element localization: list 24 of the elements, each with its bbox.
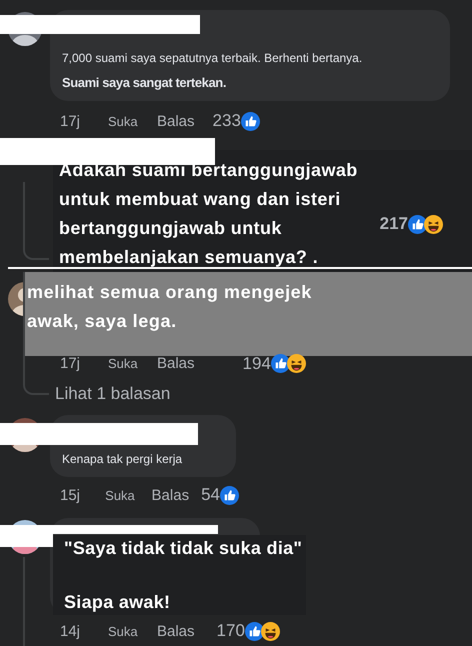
caption-text: Siapa awak! [64,591,172,614]
reply-link[interactable]: Balas [157,112,195,130]
like-link[interactable]: Suka [108,624,152,638]
timestamp: 17j [59,112,82,130]
comment-text: 7,000 suami saya sepatutnya terbaik. Berhenti bertanya. [62,50,364,66]
reaction-count: 233 [212,111,241,131]
comment-text: Suami saya sangat tertekan. [62,75,228,91]
like-link[interactable]: Suka [108,356,152,372]
timestamp: 17j [59,355,82,372]
caption-text: "Saya tidak tidak suka dia" [64,537,304,560]
reaction-count: 54 [201,485,220,505]
reaction-count: 194 [242,354,271,374]
reply-link[interactable]: Balas [157,622,195,640]
reaction-count: 217 [380,214,408,234]
like-link[interactable]: Suka [108,114,152,128]
view-replies-link[interactable]: Lihat 1 balasan [55,384,170,404]
reaction-count: 170 [216,621,245,641]
reply-link[interactable]: Balas [157,355,195,372]
like-link[interactable]: Suka [105,488,147,502]
comment-text: Kenapa tak pergi kerja [62,451,184,467]
timestamp: 15j [59,486,82,504]
caption-text: melihat semua orang mengejek awak, saya lega. [27,281,313,333]
reply-link[interactable]: Balas [152,486,190,504]
timestamp: 14j [59,622,82,640]
